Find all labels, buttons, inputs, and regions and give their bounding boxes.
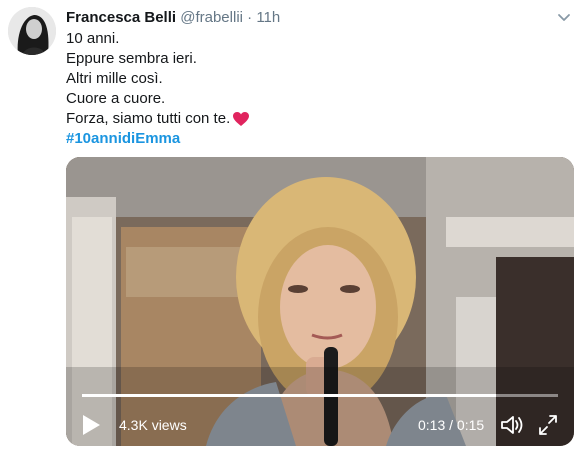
separator: · bbox=[247, 9, 253, 26]
hashtag-link[interactable]: #10annidiEmma bbox=[66, 129, 566, 149]
timestamp[interactable]: 11h bbox=[256, 9, 280, 26]
author-name[interactable]: Francesca Belli bbox=[66, 9, 176, 26]
video-player[interactable]: 4.3K views 0:13 / 0:15 bbox=[66, 157, 574, 446]
tweet-line: Forza, siamo tutti con te. bbox=[66, 110, 231, 127]
video-frame bbox=[66, 157, 574, 446]
tweet-line: Cuore a cuore. bbox=[66, 90, 166, 107]
chevron-down-icon[interactable] bbox=[554, 9, 574, 27]
video-timecode: 0:13 / 0:15 bbox=[418, 417, 485, 433]
video-progress-bar[interactable] bbox=[82, 394, 558, 397]
tweet-line: Eppure sembra ieri. bbox=[66, 50, 197, 67]
red-heart-icon bbox=[233, 112, 250, 127]
author-handle[interactable]: @frabellii bbox=[180, 9, 243, 26]
play-icon[interactable] bbox=[80, 413, 102, 437]
tweet-header: Francesca Belli @frabellii · 11h bbox=[66, 9, 280, 27]
tweet-line-with-emoji: Forza, siamo tutti con te. bbox=[66, 109, 566, 129]
video-progress-fill bbox=[82, 394, 497, 397]
tweet-text: 10 anni. Eppure sembra ieri. Altri mille… bbox=[66, 29, 566, 149]
tweet: Francesca Belli @frabellii · 11h 10 anni… bbox=[0, 0, 586, 450]
view-count: 4.3K views bbox=[119, 417, 187, 433]
fullscreen-icon[interactable] bbox=[537, 413, 559, 437]
tweet-line: 10 anni. bbox=[66, 30, 120, 47]
avatar[interactable] bbox=[8, 7, 56, 55]
tweet-line: Altri mille così. bbox=[66, 70, 163, 87]
volume-icon[interactable] bbox=[499, 413, 525, 437]
